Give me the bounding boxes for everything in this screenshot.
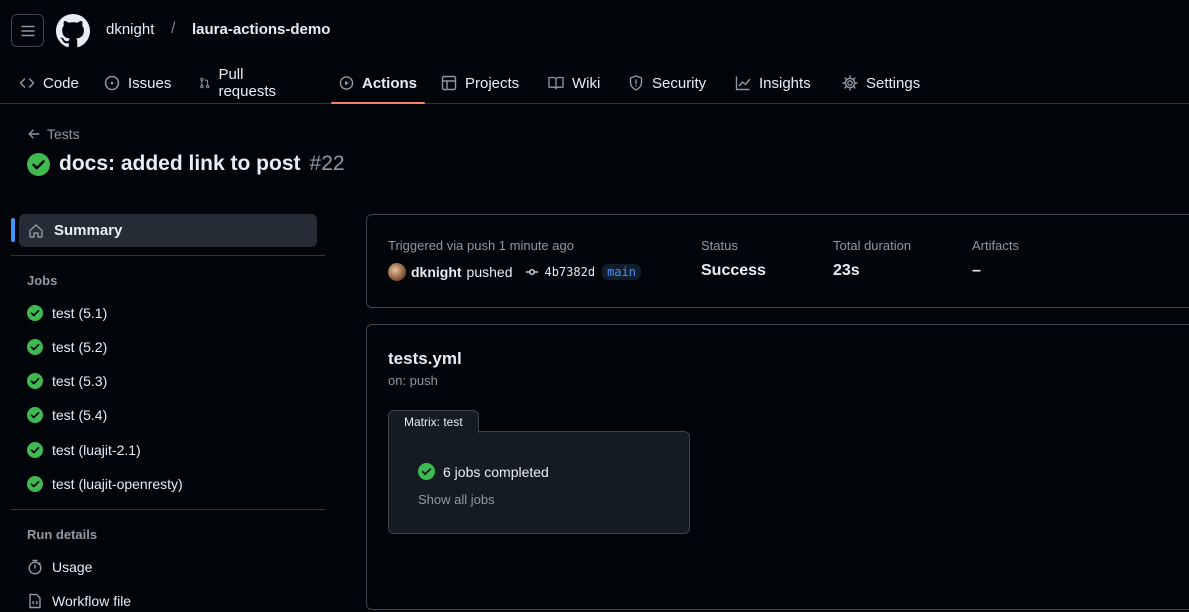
run-details-heading: Run details <box>27 527 98 542</box>
commit-link[interactable]: 4b7382d <box>525 265 595 279</box>
active-indicator <box>11 218 15 242</box>
check-circle-icon <box>27 407 43 423</box>
workflow-name: tests.yml <box>388 349 462 368</box>
tab-label: Code <box>43 74 79 92</box>
sidebar-item-job[interactable]: test (luajit-openresty) <box>27 476 183 492</box>
check-circle-icon <box>27 442 43 458</box>
code-icon <box>19 78 35 88</box>
home-icon <box>29 223 43 238</box>
check-circle-icon <box>27 305 43 321</box>
matrix-label: Matrix: test <box>388 410 479 433</box>
triggered-text: Triggered via push 1 minute ago <box>388 238 574 253</box>
hamburger-icon <box>20 25 35 36</box>
graph-icon <box>735 76 751 91</box>
job-label: test (luajit-openresty) <box>52 476 183 492</box>
tab-code[interactable]: Code <box>11 62 87 104</box>
pull-request-icon <box>200 77 210 89</box>
github-logo-icon[interactable] <box>56 14 90 48</box>
file-code-icon <box>29 593 41 609</box>
sidebar-item-job[interactable]: test (luajit-2.1) <box>27 442 141 458</box>
gear-icon <box>842 75 858 91</box>
status-label: Status <box>701 238 738 253</box>
page-title: docs: added link to post #22 <box>27 152 345 176</box>
back-to-workflow-link[interactable]: Tests <box>27 126 80 142</box>
sidebar-item-job[interactable]: test (5.1) <box>27 305 107 321</box>
issue-icon <box>104 75 120 91</box>
workflow-trigger: on: push <box>388 373 438 388</box>
check-circle-icon <box>27 339 43 355</box>
commit-icon <box>526 269 539 275</box>
active-tab-underline <box>331 102 425 104</box>
avatar[interactable] <box>388 263 406 281</box>
sidebar-item-job[interactable]: test (5.2) <box>27 339 107 355</box>
breadcrumb-separator: / <box>171 20 176 37</box>
tab-label: Issues <box>128 74 172 92</box>
sidebar-item-workflow-file[interactable]: Workflow file <box>27 593 131 609</box>
tab-label: Insights <box>759 74 811 92</box>
job-label: test (luajit-2.1) <box>52 442 141 458</box>
sidebar-item-job[interactable]: test (5.3) <box>27 373 107 389</box>
job-label: test (5.2) <box>52 339 108 355</box>
sidebar-item-usage[interactable]: Usage <box>27 559 92 575</box>
run-summary-card: Triggered via push 1 minute ago dknight … <box>366 214 1189 308</box>
status-value: Success <box>701 262 766 279</box>
check-circle-icon <box>27 373 43 389</box>
divider <box>11 509 325 510</box>
shield-icon <box>629 75 643 91</box>
branch-badge[interactable]: main <box>602 264 641 280</box>
tab-label: Pull requests <box>218 66 276 100</box>
tab-actions[interactable]: Actions <box>331 62 425 104</box>
repo-link[interactable]: laura-actions-demo <box>192 21 330 38</box>
tab-label: Actions <box>361 74 417 92</box>
menu-button[interactable] <box>11 14 44 47</box>
divider <box>11 255 325 256</box>
tab-label: Projects <box>465 74 520 92</box>
job-label: test (5.1) <box>52 305 108 321</box>
play-icon <box>339 76 354 90</box>
tab-issues[interactable]: Issues <box>96 62 179 104</box>
jobs-completed-text: 6 jobs completed <box>443 463 549 480</box>
stopwatch-icon <box>28 559 42 575</box>
user-link[interactable]: dknight <box>411 264 462 280</box>
usage-label: Usage <box>52 559 93 575</box>
duration-value: 23s <box>833 262 860 279</box>
duration-label: Total duration <box>833 238 912 253</box>
workflow-file-label: Workflow file <box>52 593 132 609</box>
book-icon <box>548 76 564 90</box>
tab-insights[interactable]: Insights <box>727 62 819 104</box>
artifacts-value: – <box>972 262 981 279</box>
tab-label: Security <box>652 74 707 92</box>
check-circle-icon <box>27 152 50 176</box>
job-label: test (5.4) <box>52 407 108 423</box>
action-text: pushed <box>466 264 513 280</box>
tab-security[interactable]: Security <box>620 62 714 104</box>
arrow-left-icon <box>28 129 40 139</box>
run-title-text: docs: added link to post <box>59 152 301 175</box>
job-label: test (5.3) <box>52 373 108 389</box>
show-all-jobs-link[interactable]: Show all jobs <box>418 492 495 507</box>
check-circle-icon <box>27 476 43 492</box>
tab-label: Wiki <box>572 74 601 92</box>
summary-label: Summary <box>54 222 123 239</box>
tab-settings[interactable]: Settings <box>834 62 928 104</box>
commit-sha: 4b7382d <box>544 265 596 279</box>
tab-pull-requests[interactable]: Pull requests <box>191 62 289 104</box>
table-icon <box>441 75 457 91</box>
artifacts-label: Artifacts <box>972 238 1019 253</box>
push-info: dknight pushed 4b7382d main <box>388 263 641 281</box>
run-number: #22 <box>309 152 345 175</box>
jobs-completed: 6 jobs completed <box>418 463 549 480</box>
owner-link[interactable]: dknight <box>106 21 154 38</box>
check-circle-icon <box>418 463 435 480</box>
sidebar-item-summary[interactable]: Summary <box>19 214 317 247</box>
tab-wiki[interactable]: Wiki <box>540 62 608 104</box>
sidebar-item-job[interactable]: test (5.4) <box>27 407 107 423</box>
tab-label: Settings <box>866 74 921 92</box>
back-label: Tests <box>47 126 80 142</box>
workflow-graph-card: tests.yml on: push Matrix: test 6 jobs c… <box>366 324 1189 610</box>
top-header: dknight / laura-actions-demo Code Issues… <box>0 0 1189 104</box>
tab-projects[interactable]: Projects <box>433 62 527 104</box>
jobs-heading: Jobs <box>27 273 58 288</box>
matrix-group: 6 jobs completed Show all jobs <box>388 431 690 534</box>
